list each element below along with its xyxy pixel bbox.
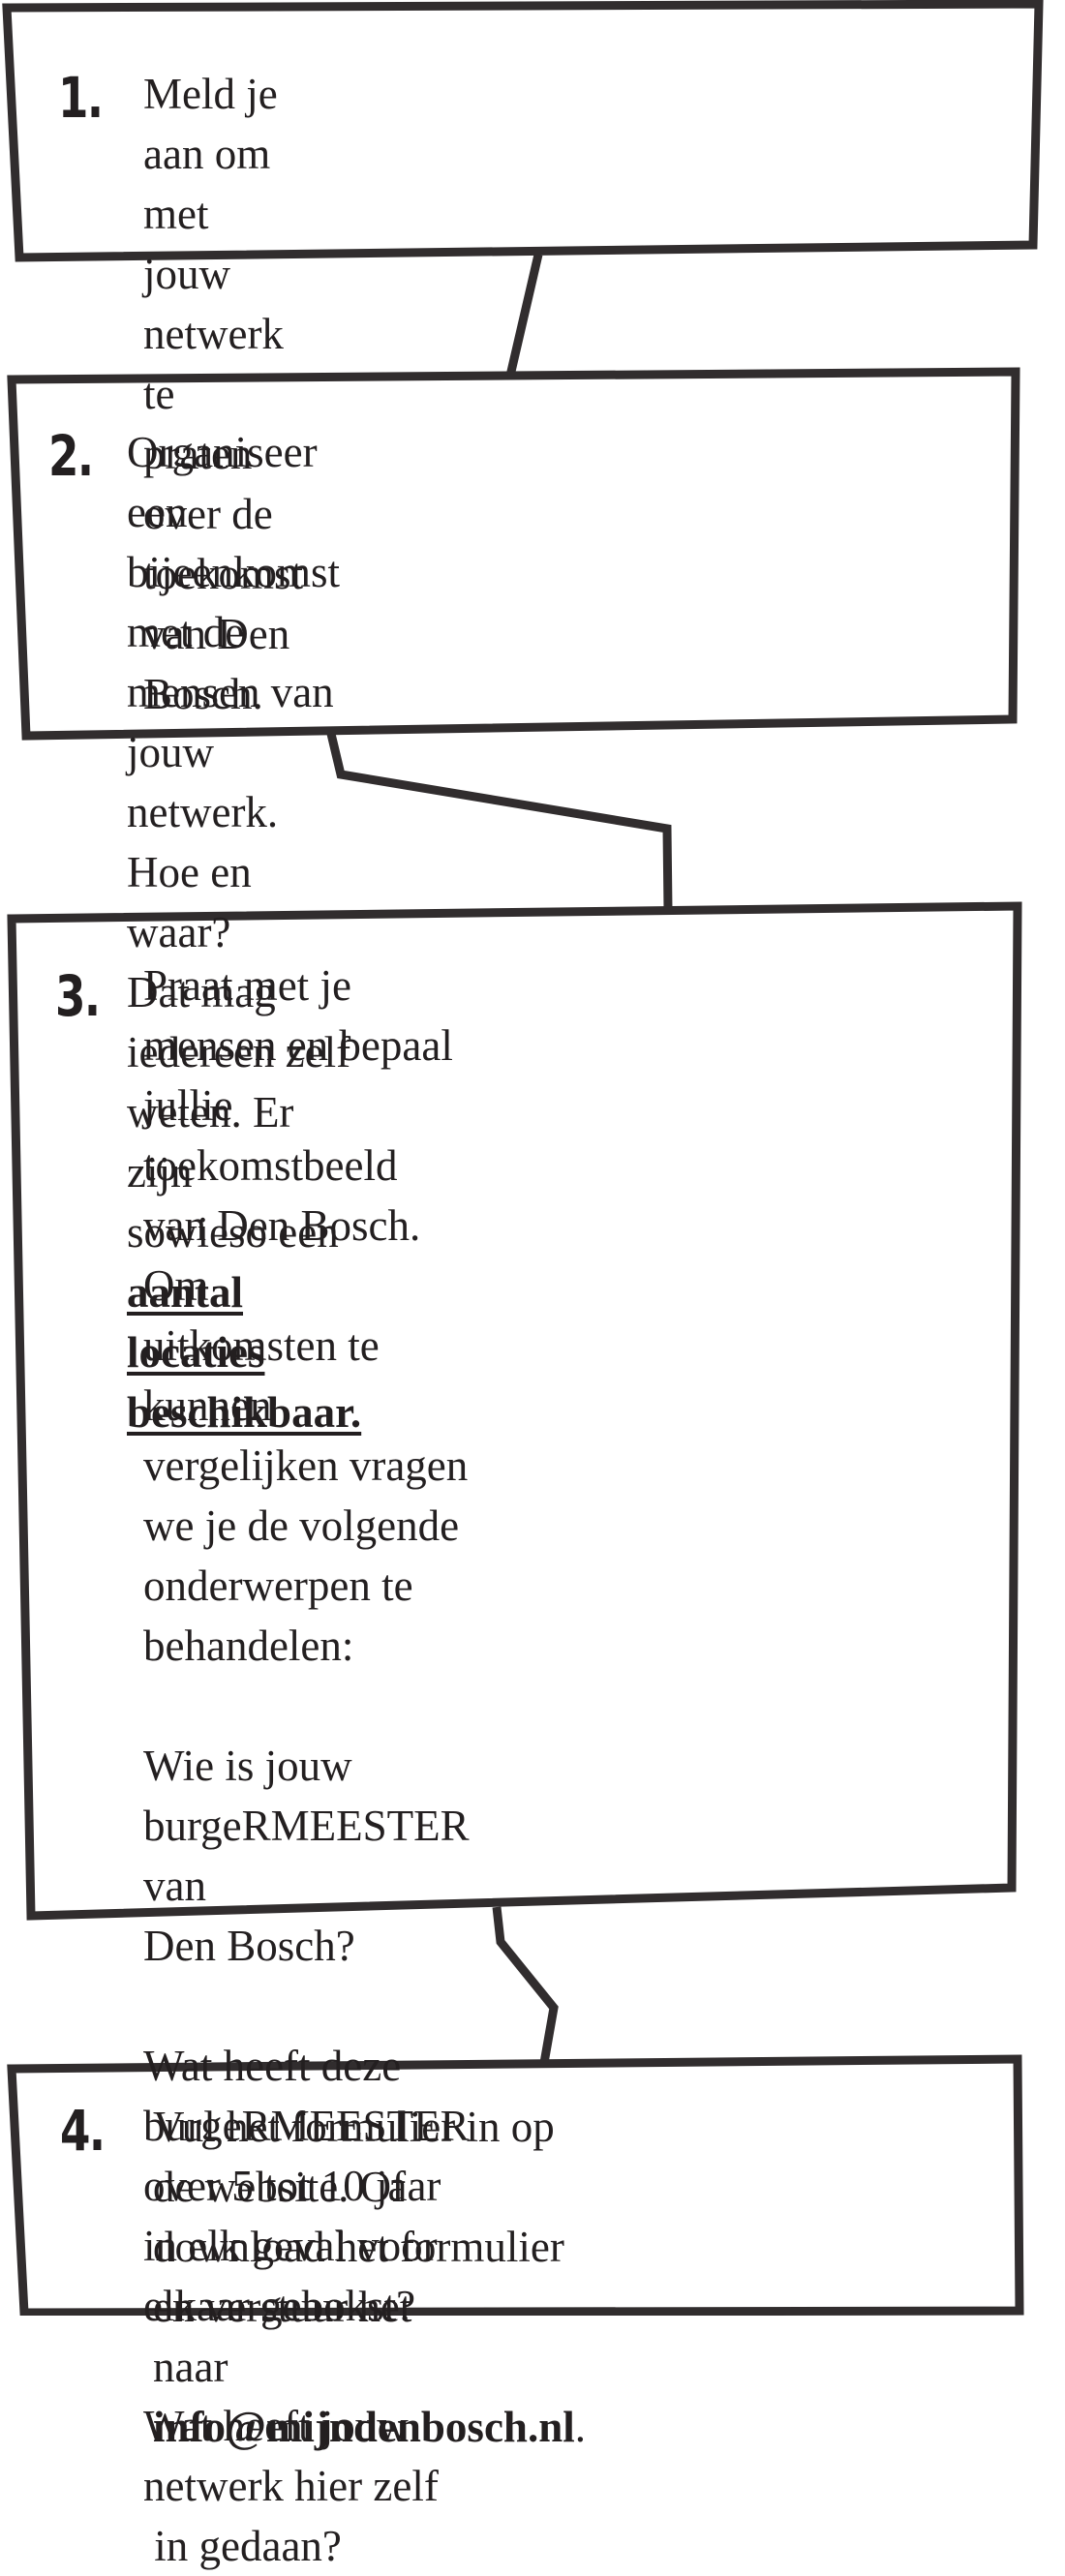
step-2-number: 2.	[48, 423, 94, 489]
connector-3-4	[492, 1906, 559, 2064]
connector-1-2	[505, 253, 543, 378]
step-3-intro-line: behandelen:	[143, 1621, 354, 1670]
step-3-intro-line: toekomstbeeld van Den Bosch. Om	[143, 1141, 421, 1310]
step-3-intro-line: uitkomsten te kunnen vergelijken vragen	[143, 1321, 469, 1490]
question-3-line: in gedaan?	[143, 2522, 342, 2570]
step-4-line: naar info@mijndenbosch.nl.	[153, 2337, 586, 2457]
step-1-line: Meld je aan om met jouw netwerk te	[143, 70, 284, 418]
step-4-line-suffix: .	[574, 2403, 586, 2451]
email-address[interactable]: info@mijndenbosch.nl	[153, 2403, 575, 2451]
step-4-line-prefix: naar	[153, 2343, 228, 2391]
step-3-number: 3.	[55, 963, 101, 1029]
step-4-text: Vul het formulier in op de website. Of d…	[153, 2097, 586, 2457]
question-1-line: Den Bosch?	[143, 1922, 355, 1970]
step-3-intro-line: we je de volgende onderwerpen te	[143, 1501, 460, 1610]
step-2-line: mensen van jouw netwerk. Hoe en waar?	[127, 668, 334, 956]
step-4-number: 4.	[60, 2098, 106, 2164]
question-1-line: Wie is jouw burgeRMEESTER van	[143, 1742, 470, 1910]
step-1-number: 1.	[58, 65, 104, 131]
connector-2-3	[326, 732, 673, 911]
step-4-line: Vul het formulier in op de website. Of	[153, 2103, 555, 2211]
step-3-intro-line: Praat met je mensen en bepaal jullie	[143, 961, 453, 1130]
step-4-line: download het formulier en verstuur het	[153, 2223, 564, 2331]
step-2-line: Organiseer een bijeenkomst met de	[127, 428, 340, 656]
